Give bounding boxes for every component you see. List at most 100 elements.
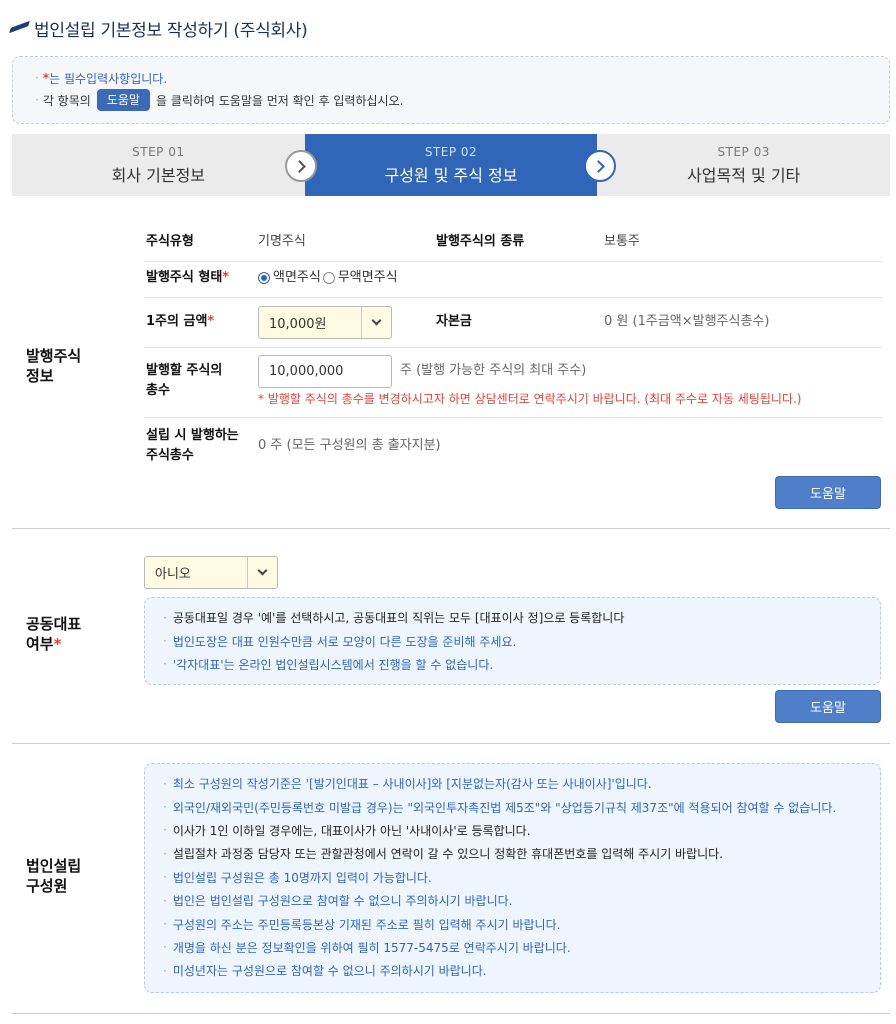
bullet-icon: · — [163, 893, 167, 908]
section-label-line: 발행주식 — [26, 347, 82, 365]
section-label-shares: 발행주식 정보 — [26, 346, 81, 386]
radio-par-value[interactable]: 액면주식 — [258, 268, 321, 288]
bullet-icon: · — [163, 940, 167, 955]
info-text: 개명을 하신 분은 정보확인을 위하여 필히 1577-5475로 연락주시기 … — [172, 940, 571, 955]
total-shares-input[interactable]: 10,000,000 — [258, 355, 392, 388]
required-mark: * — [53, 635, 62, 653]
radio-selected-icon[interactable] — [258, 272, 270, 284]
issue-kind-label: 발행주식의 종류 — [436, 234, 525, 249]
help-button-shares[interactable]: 도움말 — [775, 476, 881, 509]
joint-rep-select[interactable]: 아니오 — [144, 556, 278, 589]
help-button-joint[interactable]: 도움말 — [775, 690, 881, 723]
info-item: · 법인설립 구성원은 총 10명까지 입력이 가능합니다. — [163, 866, 862, 889]
bullet-icon: · — [163, 610, 167, 625]
stock-type-label: 주식유형 — [146, 234, 194, 249]
step-2-number: STEP 02 — [424, 144, 478, 159]
info-item: · 법인도장은 대표 인원수만큼 서로 모양이 다른 도장을 준비해 주세요. — [163, 629, 862, 652]
section-label-line: 구성원 — [26, 877, 68, 895]
bullet-icon: · — [163, 800, 167, 815]
notice-box: · * 는 필수입력사항입니다. · 각 항목의 도움말 을 클릭하여 도움말을… — [12, 56, 890, 124]
at-establishment-value: 0 주 (모든 구성원의 총 출자지분) — [258, 438, 441, 453]
total-shares-unit: 주 (발행 가능한 주식의 최대 주수) — [400, 363, 587, 378]
info-text: 외국인/재외국민(주민등록번호 미발급 경우)는 "외국인투자촉진법 제5조"와… — [172, 800, 837, 815]
info-item: · 최소 구성원의 작성기준은 '[발기인대표 – 사내이사]와 [지분없는자(감… — [163, 772, 862, 795]
issue-kind-value: 보통주 — [604, 234, 640, 249]
bullet-icon: · — [163, 963, 167, 978]
at-establishment-label: 설립 시 발행하는 주식총수 — [146, 426, 239, 466]
total-shares-warning: * 발행할 주식의 총수를 변경하시고자 하면 상담센터로 연락주시기 바랍니다… — [258, 392, 802, 406]
help-pill-button[interactable]: 도움말 — [96, 89, 150, 111]
stock-type-value: 기명주식 — [258, 234, 306, 249]
bullet-icon: · — [163, 917, 167, 932]
share-form-label-text: 발행주식 형태 — [146, 270, 223, 285]
step-3: STEP 03 사업목적 및 기타 — [597, 134, 891, 196]
par-amount-label-text: 1주의 금액 — [146, 314, 208, 329]
section-label-joint: 공동대표 여부* — [26, 614, 81, 654]
section-label-members: 법인설립 구성원 — [26, 856, 81, 896]
bullet-icon: · — [163, 823, 167, 838]
info-item: · 개명을 하신 분은 정보확인을 위하여 필히 1577-5475로 연락주시기… — [163, 936, 862, 959]
page-title-text: 법인설립 기본정보 작성하기 (주식회사) — [34, 20, 308, 41]
row-divider — [144, 261, 882, 262]
required-mark: * — [207, 314, 215, 329]
bullet-icon: · — [163, 870, 167, 885]
share-form-radio-group: 액면주식 무액면주식 — [258, 268, 400, 291]
info-item: · 미성년자는 구성원으로 참여할 수 없으니 주의하시기 바랍니다. — [163, 959, 862, 982]
row-divider — [144, 417, 882, 418]
notice-help-after: 을 클릭하여 도움말을 먼저 확인 후 입력하십시오. — [155, 93, 404, 108]
info-item: · 공동대표일 경우 '예'를 선택하시고, 공동대표의 직위는 모두 [대표이사… — [163, 606, 862, 629]
step-1-name: 회사 기본정보 — [111, 165, 206, 185]
radio-par-value-label: 액면주식 — [273, 270, 321, 285]
step-2-active: STEP 02 구성원 및 주식 정보 — [304, 134, 598, 196]
step-3-name: 사업목적 및 기타 — [687, 165, 801, 185]
bullet-icon: · — [163, 846, 167, 861]
capital-label: 자본금 — [436, 314, 472, 329]
info-text: 법인도장은 대표 인원수만큼 서로 모양이 다른 도장을 준비해 주세요. — [172, 634, 517, 649]
step-2-name: 구성원 및 주식 정보 — [384, 165, 518, 185]
page-title: 법인설립 기본정보 작성하기 (주식회사) — [12, 14, 308, 42]
at-establishment-label-line: 설립 시 발행하는 — [146, 428, 239, 443]
info-text: 설립절차 과정중 담당자 또는 관할관청에서 연락이 갈 수 있으니 정확한 휴… — [172, 847, 724, 862]
chevron-down-icon[interactable] — [247, 557, 277, 588]
notice-help-before: 각 항목의 — [42, 93, 91, 108]
section-divider — [12, 528, 890, 529]
joint-info-box: · 공동대표일 경우 '예'를 선택하시고, 공동대표의 직위는 모두 [대표이사… — [144, 597, 881, 685]
section-label-line: 여부* — [26, 634, 81, 654]
par-amount-select[interactable]: 10,000원 — [258, 306, 392, 339]
par-amount-selected: 10,000원 — [269, 317, 327, 332]
step-progress: STEP 01 회사 기본정보 STEP 02 구성원 및 주식 정보 STEP… — [12, 134, 891, 196]
info-text: 이사가 1인 이하일 경우에는, 대표이사가 아닌 '사내이사'로 등록합니다. — [172, 823, 531, 838]
section-label-line: 정보 — [26, 367, 54, 385]
required-mark: * — [222, 270, 230, 285]
radio-unselected-icon[interactable] — [322, 272, 335, 284]
step-3-number: STEP 03 — [717, 144, 770, 159]
notice-line-help: · 각 항목의 도움말 을 클릭하여 도움말을 먼저 확인 후 입력하십시오. — [35, 89, 867, 111]
info-text: 미성년자는 구성원으로 참여할 수 없으니 주의하시기 바랍니다. — [172, 964, 487, 979]
info-item: · 설립절차 과정중 담당자 또는 관할관청에서 연락이 갈 수 있으니 정확한 … — [163, 842, 862, 865]
at-establishment-label-line: 주식총수 — [146, 448, 194, 463]
info-item: · 이사가 1인 이하일 경우에는, 대표이사가 아닌 '사내이사'로 등록합니다… — [163, 819, 862, 842]
bullet-icon: · — [35, 71, 39, 85]
total-shares-label: 발행할 주식의 총수 — [146, 361, 222, 401]
step-1-number: STEP 01 — [132, 144, 185, 159]
info-text: 법인설립 구성원은 총 10명까지 입력이 가능합니다. — [172, 870, 432, 885]
bullet-icon: · — [163, 634, 167, 649]
step-1: STEP 01 회사 기본정보 — [12, 134, 305, 196]
info-item: · '각자대표'는 온라인 법인설립시스템에서 진행을 할 수 없습니다. — [163, 653, 862, 676]
bullet-icon: · — [163, 776, 167, 791]
radio-no-par-value[interactable]: 무액면주식 — [322, 268, 398, 288]
bullet-icon: · — [35, 93, 39, 107]
par-amount-label: 1주의 금액* — [146, 312, 214, 332]
row-divider — [144, 297, 882, 298]
total-shares-label-line: 발행할 주식의 — [146, 363, 223, 378]
info-text: '각자대표'는 온라인 법인설립시스템에서 진행을 할 수 없습니다. — [172, 657, 494, 672]
total-shares-label-line: 총수 — [146, 383, 170, 398]
section-divider — [12, 743, 890, 744]
section-label-line: 법인설립 — [26, 857, 82, 875]
chevron-down-icon[interactable] — [361, 307, 391, 338]
info-text: 구성원의 주소는 주민등록등본상 기재된 주소로 필히 입력해 주시기 바랍니다… — [172, 917, 561, 932]
section-label-text: 여부 — [26, 635, 54, 653]
notice-line-required: · * 는 필수입력사항입니다. — [35, 67, 867, 89]
info-item: · 법인은 법인설립 구성원으로 참여할 수 없으니 주의하시기 바랍니다. — [163, 889, 862, 912]
chevron-right-icon — [584, 150, 616, 182]
